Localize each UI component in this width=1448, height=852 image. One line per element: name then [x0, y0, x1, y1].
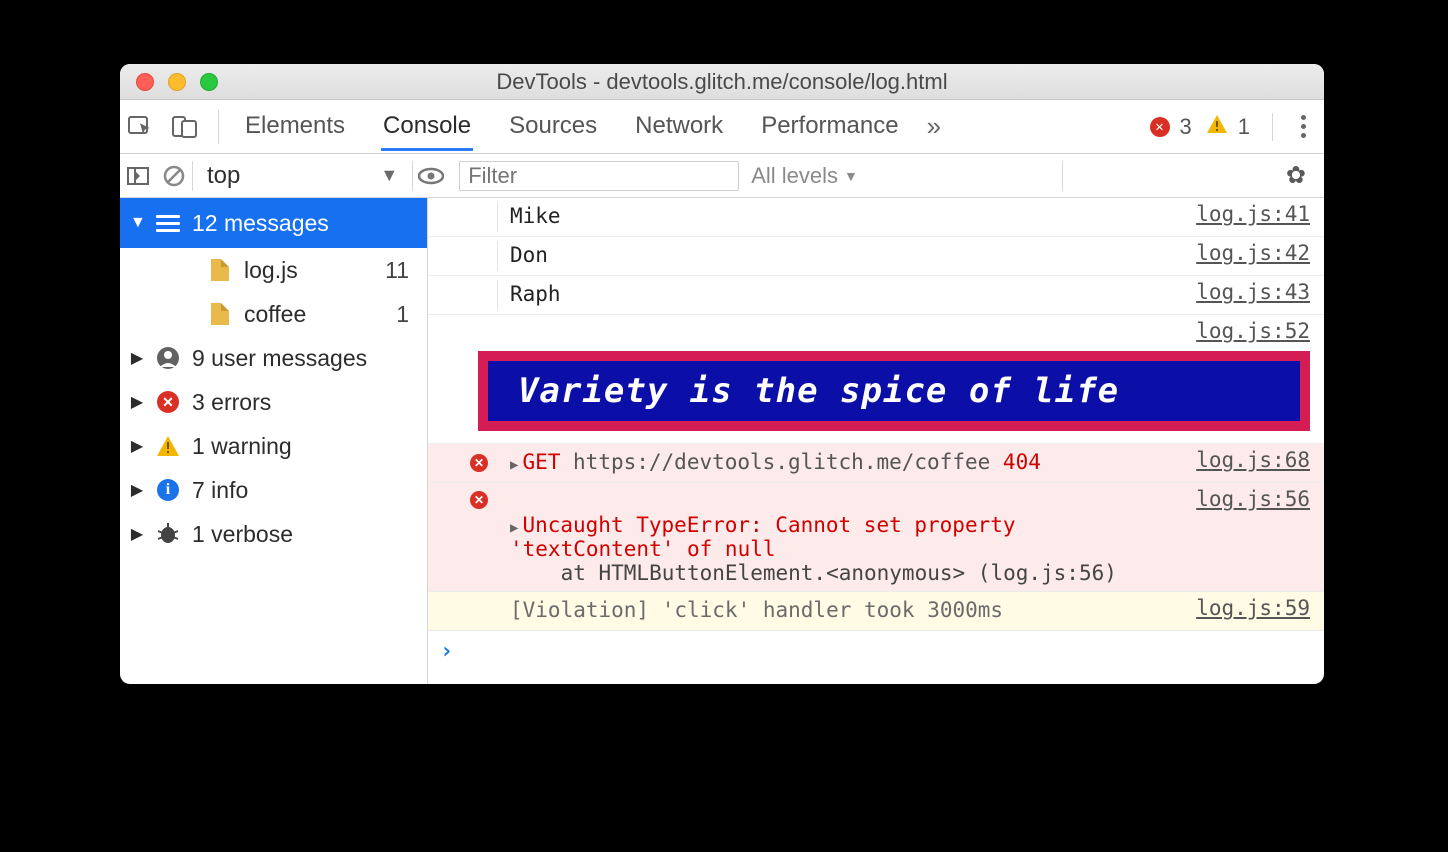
- source-link[interactable]: log.js:68: [1184, 448, 1310, 472]
- sidebar-warnings[interactable]: ▶ 1 warning: [120, 424, 427, 468]
- stack-suffix: ): [1104, 561, 1117, 585]
- chevron-right-icon: ▶: [130, 348, 144, 368]
- sidebar-file-name: coffee: [244, 301, 306, 328]
- sidebar-item-label: 9 user messages: [192, 345, 367, 372]
- console-prompt[interactable]: ›: [428, 631, 1324, 672]
- sidebar-toggle-icon[interactable]: [120, 154, 156, 197]
- sidebar-file-item[interactable]: ▶ log.js 11: [120, 248, 427, 292]
- chevron-right-icon: ▶: [130, 480, 144, 500]
- chevron-right-icon[interactable]: ▶: [510, 520, 522, 536]
- list-icon: [156, 215, 180, 232]
- info-icon: i: [157, 479, 179, 501]
- log-level-label: All levels: [751, 163, 838, 189]
- kebab-menu-icon[interactable]: [1291, 111, 1316, 142]
- chevron-right-icon: ▶: [130, 436, 144, 456]
- log-row-network-error[interactable]: ✕ ▶GET https://devtools.glitch.me/coffee…: [428, 444, 1324, 483]
- error-icon: ✕: [157, 391, 179, 413]
- device-toggle-icon[interactable]: [172, 116, 198, 138]
- divider: [1062, 161, 1063, 191]
- gear-icon[interactable]: ✿: [1268, 161, 1324, 190]
- log-row[interactable]: Mike log.js:41: [428, 198, 1324, 237]
- log-row-styled[interactable]: log.js:52 Variety is the spice of life: [428, 315, 1324, 444]
- chevron-down-icon: ▼: [130, 214, 144, 232]
- error-icon: ✕: [470, 491, 488, 509]
- source-link[interactable]: log.js:59: [1184, 596, 1310, 620]
- log-level-selector[interactable]: All levels ▼: [751, 163, 858, 189]
- live-expression-icon[interactable]: [413, 154, 449, 197]
- tab-network[interactable]: Network: [633, 102, 725, 151]
- source-link[interactable]: log.js:52: [1184, 319, 1310, 343]
- log-message: Raph: [498, 280, 1184, 308]
- error-line2: 'textContent' of null: [510, 537, 776, 561]
- error-badge-icon[interactable]: ✕: [1150, 117, 1170, 137]
- tab-sources[interactable]: Sources: [507, 102, 599, 151]
- window-title: DevTools - devtools.glitch.me/console/lo…: [120, 69, 1324, 95]
- clear-console-icon[interactable]: [156, 154, 192, 197]
- console-filterbar: top ▼ All levels ▼ ✿: [120, 154, 1324, 198]
- warning-icon: [156, 434, 180, 458]
- sidebar-item-label: 1 warning: [192, 433, 292, 460]
- log-message: Mike: [498, 202, 1184, 230]
- http-method: GET: [522, 450, 560, 474]
- sidebar-item-label: 7 info: [192, 477, 248, 504]
- violation-message: [Violation] 'click' handler took 3000ms: [498, 596, 1184, 624]
- log-row[interactable]: Don log.js:42: [428, 237, 1324, 276]
- sidebar-file-item[interactable]: ▶ coffee 1: [120, 292, 427, 336]
- tab-console[interactable]: Console: [381, 102, 473, 151]
- prompt-indicator-icon: ›: [440, 639, 453, 664]
- sidebar-user-messages[interactable]: ▶ 9 user messages: [120, 336, 427, 380]
- sidebar-info[interactable]: ▶ i 7 info: [120, 468, 427, 512]
- source-link[interactable]: log.js:42: [1184, 241, 1310, 265]
- devtools-window: DevTools - devtools.glitch.me/console/lo…: [120, 64, 1324, 684]
- bug-icon: [156, 522, 180, 546]
- user-icon: [157, 347, 179, 369]
- sidebar-file-count: 11: [385, 257, 427, 284]
- divider: [1272, 113, 1273, 141]
- sidebar-header-label: 12 messages: [192, 210, 329, 237]
- sidebar-file-count: 1: [396, 301, 427, 328]
- context-value: top: [207, 162, 240, 190]
- divider: [218, 110, 219, 144]
- sidebar-errors[interactable]: ▶ ✕ 3 errors: [120, 380, 427, 424]
- log-row[interactable]: Raph log.js:43: [428, 276, 1324, 315]
- log-row-type-error[interactable]: ✕ ▶Uncaught TypeError: Cannot set proper…: [428, 483, 1324, 592]
- stack-prefix: at HTMLButtonElement.<anonymous> (: [510, 561, 990, 585]
- styled-log-message: Variety is the spice of life: [478, 351, 1310, 431]
- request-url[interactable]: https://devtools.glitch.me/coffee: [573, 450, 990, 474]
- sidebar-item-label: 3 errors: [192, 389, 271, 416]
- console-output[interactable]: Mike log.js:41 Don log.js:42 Raph log.js…: [428, 198, 1324, 684]
- chevron-right-icon: ▶: [130, 392, 144, 412]
- error-icon: ✕: [470, 454, 488, 472]
- log-row-violation[interactable]: [Violation] 'click' handler took 3000ms …: [428, 592, 1324, 631]
- sidebar-file-name: log.js: [244, 257, 298, 284]
- tab-elements[interactable]: Elements: [243, 102, 347, 151]
- chevron-right-icon[interactable]: ▶: [510, 457, 522, 473]
- console-sidebar: ▼ 12 messages ▶ log.js 11 ▶ coffee 1 ▶: [120, 198, 428, 684]
- log-message: Don: [498, 241, 1184, 269]
- devtools-toolbar: Elements Console Sources Network Perform…: [120, 100, 1324, 154]
- titlebar: DevTools - devtools.glitch.me/console/lo…: [120, 64, 1324, 100]
- source-link[interactable]: log.js:43: [1184, 280, 1310, 304]
- error-line1: Uncaught TypeError: Cannot set property: [522, 513, 1015, 537]
- sidebar-item-label: 1 verbose: [192, 521, 293, 548]
- sidebar-all-messages[interactable]: ▼ 12 messages: [120, 198, 427, 248]
- error-count: 3: [1180, 114, 1192, 140]
- source-link[interactable]: log.js:56: [1184, 487, 1310, 511]
- source-link[interactable]: log.js:41: [1184, 202, 1310, 226]
- tab-performance[interactable]: Performance: [759, 102, 900, 151]
- warning-count: 1: [1238, 114, 1250, 140]
- chevron-right-icon: ▶: [130, 524, 144, 544]
- file-icon: [211, 259, 229, 281]
- more-tabs-icon[interactable]: »: [927, 111, 941, 142]
- file-icon: [211, 303, 229, 325]
- sidebar-verbose[interactable]: ▶ 1 verbose: [120, 512, 427, 556]
- filter-input[interactable]: [459, 161, 739, 191]
- chevron-down-icon: ▼: [844, 168, 858, 184]
- warning-badge-icon[interactable]: [1206, 114, 1228, 140]
- inspect-icon[interactable]: [128, 116, 154, 138]
- context-selector[interactable]: top ▼: [193, 162, 412, 190]
- http-status: 404: [1003, 450, 1041, 474]
- stack-source-link[interactable]: log.js:56: [990, 561, 1104, 585]
- chevron-down-icon: ▼: [380, 165, 398, 186]
